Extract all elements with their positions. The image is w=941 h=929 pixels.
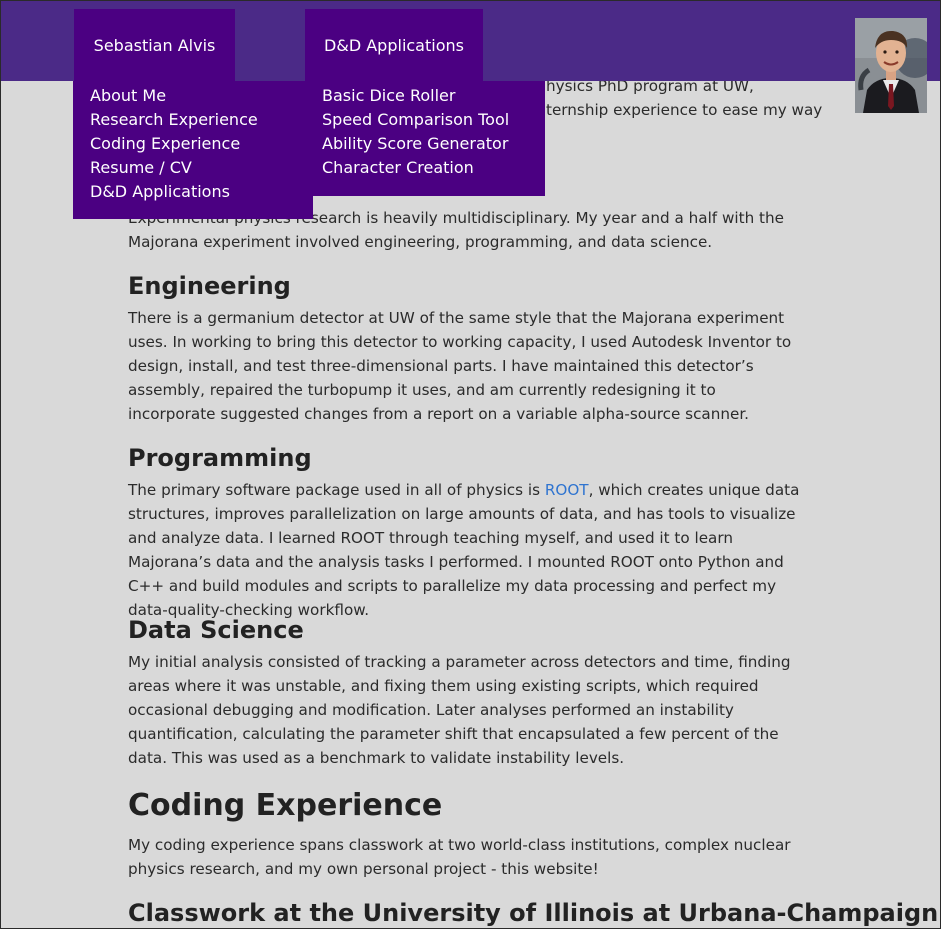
engineering-section: Engineering There is a germanium detecto… (128, 271, 808, 426)
menu-item-ability-score-generator[interactable]: Ability Score Generator (305, 132, 545, 156)
data-science-heading: Data Science (128, 616, 304, 644)
menu-item-resume-cv[interactable]: Resume / CV (73, 156, 313, 180)
menu-item-basic-dice-roller[interactable]: Basic Dice Roller (305, 84, 545, 108)
data-science-text: My initial analysis consisted of trackin… (128, 653, 791, 767)
engineering-heading: Engineering (128, 272, 291, 300)
coding-heading: Coding Experience (128, 788, 443, 823)
page: hysics PhD program at UW, ternship exper… (0, 0, 941, 929)
avatar[interactable] (855, 18, 927, 113)
menu-item-character-creation[interactable]: Character Creation (305, 156, 545, 180)
profile-photo-icon (855, 18, 927, 113)
programming-section: Programming The primary software package… (128, 443, 808, 622)
menu-item-coding-experience[interactable]: Coding Experience (73, 132, 313, 156)
nav-tab-sebastian-alvis[interactable]: Sebastian Alvis (74, 9, 235, 81)
menu-item-research-experience[interactable]: Research Experience (73, 108, 313, 132)
programming-text: The primary software package used in all… (128, 478, 808, 622)
menu-item-about-me[interactable]: About Me (73, 84, 313, 108)
data-science-section: Data Science My initial analysis consist… (128, 615, 808, 770)
programming-heading: Programming (128, 444, 312, 472)
coding-section: Coding Experience My coding experience s… (128, 788, 939, 928)
engineering-text: There is a germanium detector at UW of t… (128, 309, 792, 423)
coding-text: My coding experience spans classwork at … (128, 836, 791, 878)
menu-item-dnd-applications[interactable]: D&D Applications (73, 180, 313, 204)
intro-fragment-2: ternship experience to ease my way (546, 101, 823, 119)
classwork-heading: Classwork at the University of Illinois … (128, 899, 939, 927)
menu-item-speed-comparison-tool[interactable]: Speed Comparison Tool (305, 108, 545, 132)
programming-text-before: The primary software package used in all… (128, 481, 545, 499)
dropdown-main-menu: About Me Research Experience Coding Expe… (73, 81, 313, 219)
dropdown-dnd-menu: Basic Dice Roller Speed Comparison Tool … (305, 81, 545, 196)
programming-text-after: , which creates unique data structures, … (128, 481, 800, 619)
root-link[interactable]: ROOT (545, 481, 589, 499)
nav-tab-dnd-applications[interactable]: D&D Applications (305, 9, 483, 81)
